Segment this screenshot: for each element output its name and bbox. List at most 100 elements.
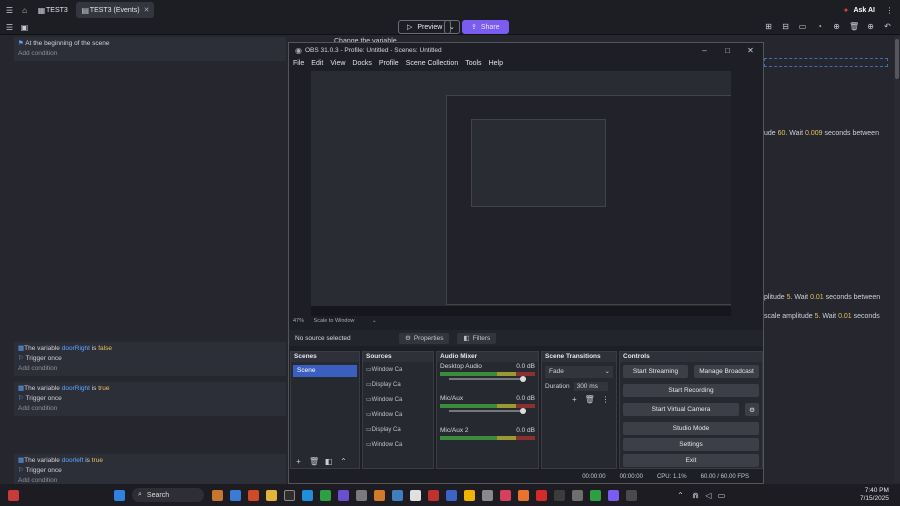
start-streaming-button[interactable]: Start Streaming — [623, 365, 688, 378]
add-icon[interactable]: + — [572, 395, 577, 404]
more-icon[interactable]: ⋮ — [885, 6, 894, 15]
up-icon[interactable]: ⌃ — [339, 457, 348, 466]
chrome-icon[interactable] — [518, 489, 529, 501]
maximize-icon[interactable]: □ — [723, 46, 732, 55]
search-box[interactable]: ⌕ Search — [132, 488, 204, 502]
app-icon[interactable] — [464, 489, 475, 501]
app-icon[interactable] — [356, 489, 367, 501]
virtual-camera-settings-button[interactable]: ⚙ — [745, 403, 759, 416]
source-item[interactable]: ▭ Display Ca — [363, 377, 433, 392]
menu-icon[interactable]: ☰ — [5, 23, 14, 32]
source-item[interactable]: ▭ Window Ca — [363, 407, 433, 422]
condition[interactable]: ▦The variable doorRight is true — [18, 384, 282, 394]
app-icon[interactable] — [230, 489, 241, 501]
event-block[interactable]: ▦The variable doorRight is false ⚐ Trigg… — [14, 342, 286, 376]
obs-icon[interactable] — [626, 489, 637, 501]
menu-view[interactable]: View — [330, 60, 345, 67]
app-icon[interactable] — [284, 489, 295, 501]
source-item[interactable]: ▭ Window Ca — [363, 437, 433, 452]
exit-button[interactable]: Exit — [623, 454, 759, 467]
sidebar-toggle-icon[interactable]: ☰ — [5, 6, 14, 15]
app-icon[interactable] — [428, 489, 439, 501]
delete-icon[interactable]: 🗑 — [849, 22, 859, 31]
app-icon[interactable] — [590, 489, 601, 501]
add-icon[interactable]: + — [294, 457, 303, 466]
undo-icon[interactable]: ↶ — [883, 22, 892, 31]
preview-options-button[interactable]: ⌄ — [444, 20, 460, 34]
add-condition-link[interactable]: Add condition — [18, 49, 282, 59]
edge-icon[interactable] — [302, 489, 313, 501]
condition[interactable]: ⚐ Trigger once — [18, 394, 282, 404]
menu-edit[interactable]: Edit — [311, 60, 323, 67]
properties-button[interactable]: ⚙ Properties — [399, 332, 450, 344]
app-icon[interactable] — [500, 489, 511, 501]
manage-broadcast-button[interactable]: Manage Broadcast — [694, 365, 759, 378]
event-block[interactable]: ▦The variable doorleft is true ⚐ Trigger… — [14, 454, 286, 488]
source-item[interactable]: ▭ Display Ca — [363, 422, 433, 437]
transition-select[interactable]: Fade ⌄ — [545, 366, 613, 378]
start-recording-button[interactable]: Start Recording — [623, 384, 759, 397]
condition[interactable]: ▦The variable doorleft is true — [18, 456, 282, 466]
app-icon[interactable] — [392, 489, 403, 501]
filters-button[interactable]: ◧ Filters — [457, 332, 497, 344]
tab-test3-events[interactable]: ▤ TEST3 (Events) ✕ — [75, 2, 155, 18]
app-icon[interactable] — [572, 489, 583, 501]
share-button[interactable]: ⇪ Share — [462, 20, 509, 34]
app-icon[interactable] — [338, 489, 349, 501]
volume-slider[interactable] — [449, 376, 526, 382]
event-block[interactable]: ▦The variable doorRight is true ⚐ Trigge… — [14, 382, 286, 416]
ask-ai-button[interactable]: Ask AI — [853, 7, 875, 14]
add-condition-link[interactable]: Add condition — [18, 364, 282, 374]
start-icon[interactable] — [114, 489, 125, 501]
app-icon[interactable] — [248, 489, 259, 501]
duration-input[interactable]: 300 ms — [573, 382, 608, 391]
add-comment-icon[interactable]: ▭ — [798, 22, 807, 31]
menu-help[interactable]: Help — [489, 60, 503, 67]
remove-icon[interactable]: 🗑 — [309, 457, 319, 466]
source-item[interactable]: ▭ Window Ca — [363, 392, 433, 407]
menu-docks[interactable]: Docks — [352, 60, 371, 67]
menu-tools[interactable]: Tools — [465, 60, 481, 67]
scene-item[interactable]: Scene — [293, 365, 357, 377]
sheet-scrollbar[interactable] — [894, 36, 900, 482]
app-icon[interactable] — [536, 489, 547, 501]
volume-slider[interactable] — [449, 408, 526, 414]
more-icon[interactable]: ⋮ — [602, 395, 610, 404]
close-icon[interactable]: ✕ — [144, 6, 150, 14]
app-icon[interactable] — [8, 489, 19, 501]
app-icon[interactable] — [446, 489, 457, 501]
menu-scene-collection[interactable]: Scene Collection — [406, 60, 459, 67]
app-icon[interactable] — [554, 489, 565, 501]
menu-file[interactable]: File — [293, 60, 304, 67]
menu-profile[interactable]: Profile — [379, 60, 399, 67]
save-icon[interactable]: ▣ — [20, 23, 29, 32]
add-subevent-icon[interactable]: ⊟ — [781, 22, 790, 31]
app-icon[interactable] — [482, 489, 493, 501]
battery-icon[interactable]: ▭ — [717, 491, 726, 500]
wait-icon[interactable]: ◔ — [815, 22, 824, 31]
settings-button[interactable]: Settings — [623, 438, 759, 451]
add-event-icon[interactable]: ⊞ — [764, 22, 773, 31]
start-virtual-camera-button[interactable]: Start Virtual Camera — [623, 403, 739, 416]
close-icon[interactable]: ✕ — [746, 46, 755, 55]
home-icon[interactable]: ⌂ — [20, 6, 29, 15]
add-icon[interactable]: ⊕ — [866, 22, 875, 31]
condition[interactable]: ⚐ Trigger once — [18, 466, 282, 476]
folder-icon[interactable] — [266, 489, 277, 501]
taskbar-clock[interactable]: 7:40 PM 7/15/2025 — [860, 487, 889, 503]
app-icon[interactable] — [410, 489, 421, 501]
condition[interactable]: ⚐ Trigger once — [18, 354, 282, 364]
source-item[interactable]: ▭ Window Ca — [363, 362, 433, 377]
app-icon[interactable] — [608, 489, 619, 501]
app-icon[interactable] — [374, 489, 385, 501]
event-block[interactable]: ⚑ At the beginning of the scene Add cond… — [14, 37, 286, 61]
app-icon[interactable] — [212, 489, 223, 501]
group-icon[interactable]: ⊕ — [832, 22, 841, 31]
filter-icon[interactable]: ◧ — [324, 457, 333, 466]
wifi-icon[interactable]: ⋒ — [691, 491, 700, 500]
obs-preview[interactable] — [311, 71, 731, 316]
remove-icon[interactable]: 🗑 — [585, 395, 595, 404]
tab-test3[interactable]: ▦ TEST3 — [32, 2, 73, 18]
speaker-icon[interactable]: ◁ — [704, 491, 713, 500]
condition[interactable]: ⚑ At the beginning of the scene — [18, 39, 282, 49]
